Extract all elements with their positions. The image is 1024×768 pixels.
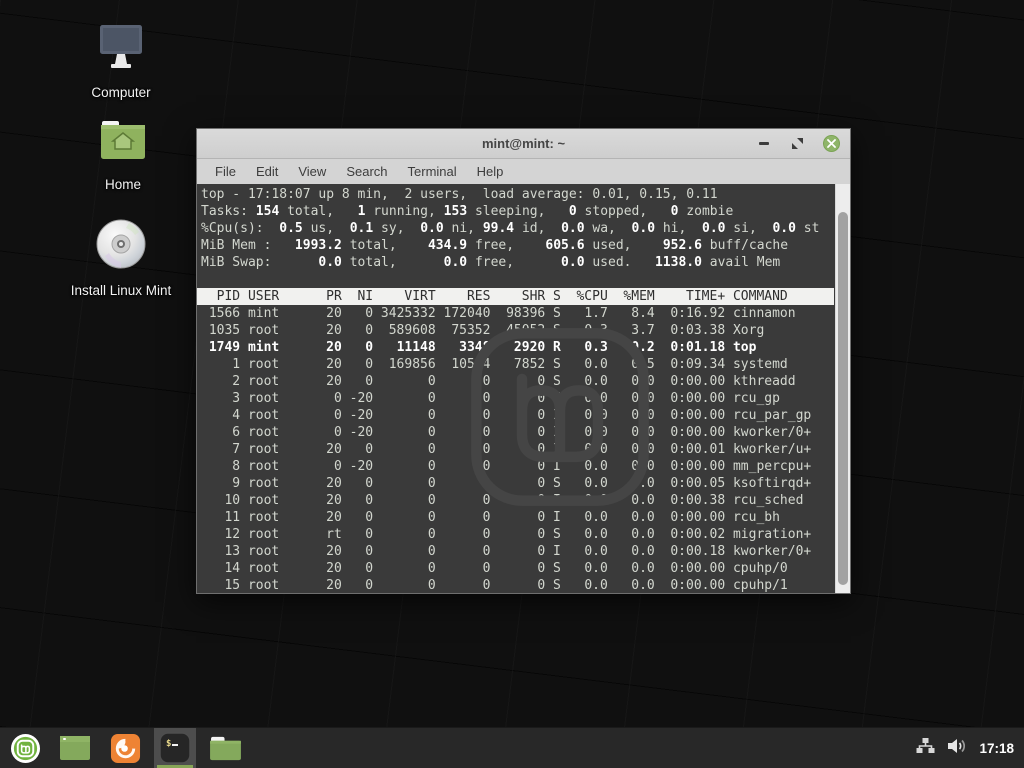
column-header: S (553, 288, 561, 305)
mint-menu-button[interactable] (4, 728, 46, 768)
column-header: PR (318, 288, 341, 305)
process-row: 12rootrt0000S0.00.00:00.02migration+ (197, 526, 834, 543)
desktop-icon-install-linux-mint[interactable]: Install Linux Mint (61, 218, 181, 298)
process-row: 8root0-20000I0.00.00:00.00mm_percpu+ (197, 458, 834, 475)
desktop[interactable]: Computer Home (0, 0, 1024, 727)
menu-file[interactable]: File (205, 162, 246, 181)
top-summary-line: MiB Mem : 1993.2 total, 434.9 free, 605.… (197, 237, 834, 254)
desktop-window-icon (59, 735, 91, 761)
column-header: PID (201, 288, 240, 305)
window-titlebar[interactable]: mint@mint: ~ (197, 129, 850, 159)
minimize-button[interactable] (755, 135, 772, 152)
top-summary-line: MiB Swap: 0.0 total, 0.0 free, 0.0 used.… (197, 254, 834, 271)
menu-edit[interactable]: Edit (246, 162, 288, 181)
computer-icon (95, 22, 147, 77)
menu-terminal[interactable]: Terminal (398, 162, 467, 181)
svg-text:$: $ (166, 739, 171, 749)
menu-search[interactable]: Search (336, 162, 397, 181)
terminal-icon: $ (159, 732, 191, 764)
column-header: %MEM (616, 288, 655, 305)
column-header: TIME+ (663, 288, 726, 305)
process-table-header: PID USER PR NI VIRT RES SHR S %CPU %MEM TIME+ COMMA… (197, 288, 834, 305)
terminal-window: mint@mint: ~ File Edit View (196, 128, 851, 594)
window-controls (755, 129, 840, 158)
folder-icon (209, 735, 242, 762)
menu-bar: File Edit View Search Terminal Help (197, 159, 850, 184)
taskbar-launchers: $ (0, 728, 246, 768)
install-disc-icon (95, 218, 147, 275)
terminal-scrollbar[interactable] (835, 184, 850, 593)
process-table: 1566mint200342533217204098396S1.78.40:16… (197, 305, 834, 593)
process-row: 1749mint2001114833482920R0.30.20:01.18to… (197, 339, 834, 356)
taskbar: $ 17: (0, 727, 1024, 768)
process-row: 15root200000S0.00.00:00.00cpuhp/1 (197, 577, 834, 593)
volume-icon[interactable] (947, 737, 967, 760)
column-header: VIRT (381, 288, 436, 305)
network-icon[interactable] (916, 737, 935, 760)
column-header: %CPU (569, 288, 608, 305)
process-row: 10root200000I0.00.00:00.38rcu_sched (197, 492, 834, 509)
process-row: 14root200000S0.00.00:00.00cpuhp/0 (197, 560, 834, 577)
desktop-icon-label: Computer (91, 85, 150, 100)
desktop-icon-label: Install Linux Mint (71, 283, 172, 298)
system-tray: 17:18 (916, 728, 1024, 768)
desktop-icon-home[interactable]: Home (63, 118, 183, 192)
firefox-icon (110, 733, 141, 764)
column-header: SHR (498, 288, 545, 305)
column-header: USER (248, 288, 311, 305)
process-row: 11root200000I0.00.00:00.00rcu_bh (197, 509, 834, 526)
close-icon (827, 139, 836, 148)
process-row: 2root200000S0.00.00:00.00kthreadd (197, 373, 834, 390)
top-summary-line: %Cpu(s): 0.5 us, 0.1 sy, 0.0 ni, 99.4 id… (197, 220, 834, 237)
terminal-taskbar-item[interactable]: $ (154, 728, 196, 768)
column-header: RES (444, 288, 491, 305)
mint-logo-icon (10, 733, 41, 764)
top-summary: top - 17:18:07 up 8 min, 2 users, load a… (197, 186, 834, 271)
process-row: 9root200000S0.00.00:00.05ksoftirqd+ (197, 475, 834, 492)
process-row: 1566mint200342533217204098396S1.78.40:16… (197, 305, 834, 322)
column-header: NI (350, 288, 373, 305)
scrollbar-thumb[interactable] (838, 212, 848, 585)
taskbar-clock[interactable]: 17:18 (979, 741, 1014, 756)
top-summary-line: top - 17:18:07 up 8 min, 2 users, load a… (197, 186, 834, 203)
show-desktop-button[interactable] (54, 728, 96, 768)
menu-view[interactable]: View (288, 162, 336, 181)
files-launcher[interactable] (204, 728, 246, 768)
process-row: 13root200000I0.00.00:00.18kworker/0+ (197, 543, 834, 560)
maximize-button[interactable] (789, 135, 806, 152)
blank-line (197, 271, 834, 288)
process-row: 4root0-20000I0.00.00:00.00rcu_par_gp (197, 407, 834, 424)
window-title: mint@mint: ~ (482, 136, 565, 151)
process-row: 7root200000I0.00.00:00.01kworker/u+ (197, 441, 834, 458)
process-row: 1035root2005896087535245052S0.33.70:03.3… (197, 322, 834, 339)
restore-icon (791, 137, 804, 150)
desktop-icon-computer[interactable]: Computer (61, 22, 181, 100)
firefox-launcher[interactable] (104, 728, 146, 768)
process-row: 6root0-20000I0.00.00:00.00kworker/0+ (197, 424, 834, 441)
process-row: 1root200169856105247852S0.00.50:09.34sys… (197, 356, 834, 373)
top-summary-line: Tasks: 154 total, 1 running, 153 sleepin… (197, 203, 834, 220)
desktop-icon-label: Home (105, 177, 141, 192)
menu-help[interactable]: Help (467, 162, 514, 181)
process-row: 3root0-20000I0.00.00:00.00rcu_gp (197, 390, 834, 407)
terminal-content[interactable]: top - 17:18:07 up 8 min, 2 users, load a… (197, 184, 850, 593)
close-button[interactable] (823, 135, 840, 152)
column-header: COMMAND (733, 288, 834, 305)
home-folder-icon (98, 118, 148, 169)
